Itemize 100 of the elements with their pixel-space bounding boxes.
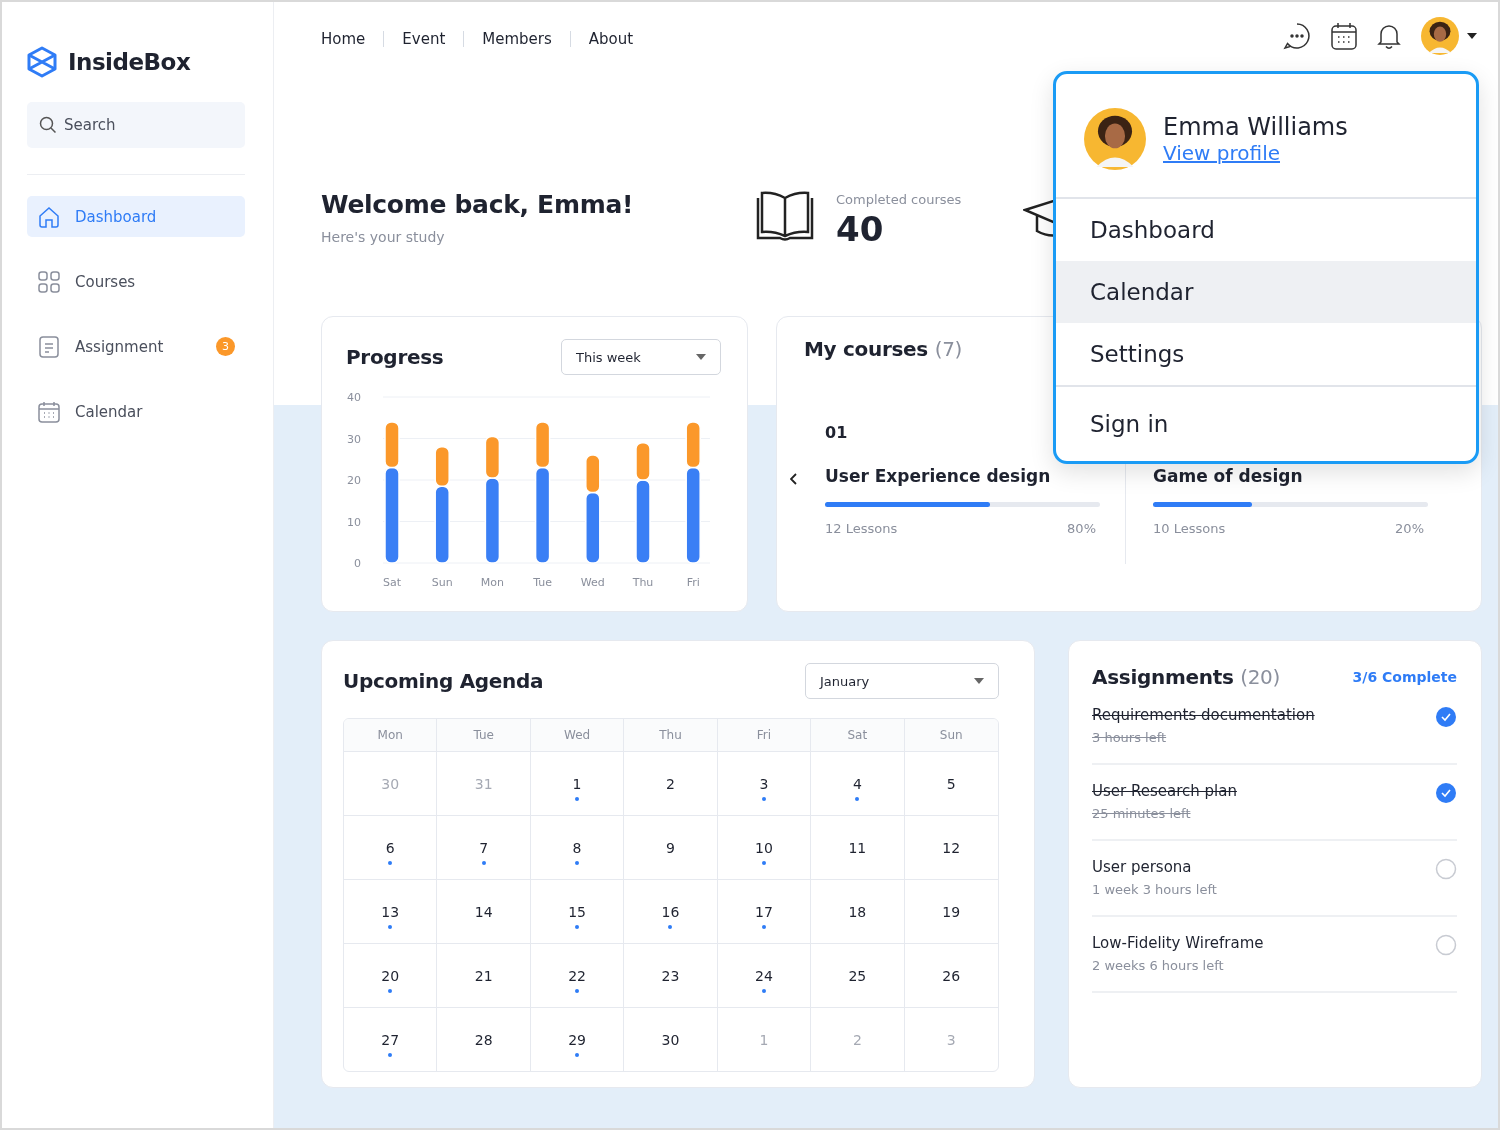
assignment-title: User Research plan (1092, 782, 1237, 800)
caret-icon (696, 354, 706, 360)
card-title: Upcoming Agenda (343, 669, 544, 693)
calendar-day[interactable]: 26 (904, 944, 998, 1008)
completion-link[interactable]: 3/6 Complete (1352, 669, 1457, 685)
calendar-day[interactable]: 14 (437, 880, 531, 944)
welcome-subtitle: Here's your study (321, 229, 446, 245)
calendar-day[interactable]: 11 (811, 816, 905, 880)
caret-icon[interactable] (1467, 33, 1477, 39)
weekday-label: Thu (624, 719, 718, 752)
sidebar-item[interactable]: Courses (27, 261, 245, 302)
stat-value: 40 (836, 209, 885, 249)
calendar-day[interactable]: 8 (530, 816, 625, 880)
notification-icon[interactable] (1377, 22, 1401, 50)
calendar-day[interactable]: 13 (344, 880, 438, 944)
nav-link[interactable]: Home (321, 30, 366, 48)
checkbox[interactable] (1435, 934, 1457, 956)
weekday-label: Fri (717, 719, 812, 752)
checkbox[interactable] (1435, 782, 1457, 804)
menu-item[interactable]: Sign in (1056, 387, 1476, 461)
calendar-day[interactable]: 18 (811, 880, 905, 944)
calendar-day[interactable]: 28 (437, 1008, 531, 1071)
checkbox[interactable] (1435, 706, 1457, 728)
axis-label: Wed (580, 576, 605, 589)
brand-name: InsideBox (68, 49, 191, 75)
calendar-day[interactable]: 30 (624, 1008, 718, 1071)
weekday-label: Sat (811, 719, 905, 752)
axis-label: 0 (354, 557, 361, 570)
assignment-title: Requirements documentation (1092, 706, 1315, 724)
calendar-day[interactable]: 22 (530, 944, 625, 1008)
weekday-label: Mon (344, 719, 438, 752)
lesson-count: 12 Lessons (825, 521, 898, 536)
document-icon (37, 334, 61, 359)
axis-label: Fri (686, 576, 700, 589)
calendar-day[interactable]: 21 (437, 944, 531, 1008)
calendar-day[interactable]: 7 (437, 816, 531, 880)
nav-link[interactable]: Event (402, 30, 446, 48)
calendar-day[interactable]: 27 (344, 1008, 438, 1071)
card-title: Progress (346, 345, 444, 369)
menu-item[interactable]: Dashboard (1056, 199, 1476, 261)
calendar-day[interactable]: 12 (904, 816, 998, 880)
menu-item[interactable]: Calendar (1056, 261, 1476, 323)
course-percent: 80% (1067, 521, 1096, 536)
assignment-time: 3 hours left (1092, 730, 1168, 745)
calendar-day[interactable]: 6 (344, 816, 438, 880)
checkbox[interactable] (1435, 858, 1457, 880)
period-select[interactable]: This week (561, 339, 721, 375)
axis-label: Sun (431, 576, 453, 589)
calendar-day[interactable]: 5 (904, 752, 998, 816)
logo-icon (27, 46, 57, 78)
axis-label: Mon (480, 576, 504, 589)
sidebar-item[interactable]: Calendar (27, 391, 245, 432)
calendar-day[interactable]: 10 (717, 816, 812, 880)
course-title: User Experience design (825, 466, 1052, 486)
calendar-day[interactable]: 20 (344, 944, 438, 1008)
month-select[interactable]: January (805, 663, 999, 699)
view-profile-link[interactable]: View profile (1163, 141, 1280, 165)
lesson-count: 10 Lessons (1153, 521, 1226, 536)
calendar-day[interactable]: 29 (530, 1008, 625, 1071)
calendar-day[interactable]: 16 (624, 880, 718, 944)
calendar-day[interactable]: 3 (717, 752, 812, 816)
search-icon (39, 116, 57, 134)
menu-item[interactable]: Settings (1056, 323, 1476, 385)
search-field[interactable]: Search (27, 102, 245, 148)
nav-link[interactable]: Members (482, 30, 552, 48)
course-number: 01 (825, 423, 849, 444)
avatar[interactable] (1421, 17, 1459, 55)
axis-label: 20 (347, 474, 361, 487)
calendar-day[interactable]: 19 (904, 880, 998, 944)
chat-icon[interactable] (1283, 22, 1311, 50)
axis-label: 30 (347, 432, 361, 446)
calendar-day[interactable]: 4 (811, 752, 905, 816)
avatar[interactable] (1084, 108, 1146, 170)
sidebar-item[interactable]: Dashboard (27, 196, 245, 237)
welcome-title: Welcome back, Emma! (321, 190, 635, 219)
course-percent: 20% (1395, 521, 1424, 536)
sidebar-item[interactable]: Assignment 3 (27, 326, 245, 367)
calendar-day[interactable]: 23 (624, 944, 718, 1008)
axis-label: 40 (347, 391, 361, 404)
assignment-time: 25 minutes left (1092, 806, 1192, 821)
calendar-day[interactable]: 15 (530, 880, 625, 944)
weekday-label: Sun (904, 719, 998, 752)
calendar-day[interactable]: 9 (624, 816, 718, 880)
nav-link[interactable]: About (588, 30, 634, 48)
calendar-icon (37, 399, 61, 424)
calendar-day[interactable]: 24 (717, 944, 812, 1008)
card-title: Assignments (20) (1092, 665, 1281, 689)
calendar-day[interactable]: 1 (530, 752, 625, 816)
caret-icon (974, 678, 984, 684)
calendar-icon[interactable] (1331, 22, 1357, 50)
calendar-day[interactable]: 2 (624, 752, 718, 816)
user-name: Emma Williams (1163, 113, 1348, 141)
axis-label: Tue (533, 576, 552, 589)
axis-label: Sat (383, 576, 401, 589)
calendar-day[interactable]: 17 (717, 880, 812, 944)
previous-icon[interactable] (790, 473, 798, 485)
home-icon (37, 204, 61, 229)
count-badge: 3 (216, 337, 235, 356)
calendar-day[interactable]: 25 (811, 944, 905, 1008)
book-icon (756, 190, 814, 242)
